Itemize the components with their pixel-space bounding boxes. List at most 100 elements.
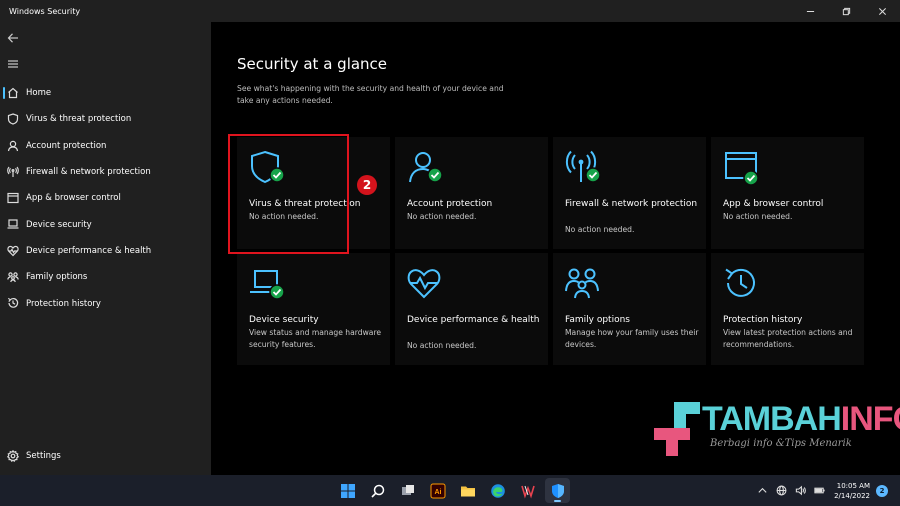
battery-icon: [813, 487, 825, 494]
file-explorer-app[interactable]: [455, 478, 480, 503]
tile-app-browser[interactable]: App & browser control No action needed.: [711, 137, 864, 249]
tile-status: Manage how your family uses their device…: [565, 328, 699, 349]
back-arrow-icon: [7, 33, 18, 43]
sidebar-item-home[interactable]: Home: [0, 80, 211, 106]
edge-icon: [490, 483, 505, 498]
watermark-tagline: Berbagi info &Tips Menarik: [710, 438, 852, 449]
watermark-name-part2: INFO: [840, 400, 900, 438]
search-button[interactable]: [365, 478, 390, 503]
sidebar-item-label: Family options: [26, 272, 88, 283]
tile-title: Family options: [565, 315, 630, 325]
close-button[interactable]: [864, 0, 900, 22]
person-icon: [7, 140, 19, 152]
chevron-up-icon: [758, 487, 767, 493]
language-button[interactable]: [773, 483, 789, 499]
sidebar-item-account[interactable]: Account protection: [0, 133, 211, 159]
sidebar-item-label: Account protection: [26, 140, 107, 151]
sidebar-item-label: Protection history: [26, 298, 101, 309]
tile-device-security[interactable]: Device security View status and manage h…: [237, 253, 390, 365]
heart-icon: [7, 245, 19, 257]
back-button[interactable]: [7, 29, 23, 43]
shield-icon: [551, 483, 564, 498]
taskbar-apps: Ai: [335, 478, 570, 503]
sidebar-item-firewall[interactable]: Firewall & network protection: [0, 159, 211, 185]
windows-security-app[interactable]: [545, 478, 570, 503]
tile-history[interactable]: Protection history View latest protectio…: [711, 253, 864, 365]
hamburger-icon: [8, 60, 18, 68]
watermark: TAMBAHINFO Berbagi info &Tips Menarik: [652, 400, 900, 460]
search-icon: [370, 484, 384, 498]
illustrator-app[interactable]: Ai: [425, 478, 450, 503]
speaker-icon: [795, 485, 806, 496]
tile-status: No action needed.: [407, 212, 477, 221]
laptop-check-icon: [249, 266, 287, 302]
tile-title: Account protection: [407, 199, 493, 209]
watermark-name-part1: TAMBAH: [702, 400, 842, 438]
sidebar-item-label: Virus & threat protection: [26, 114, 132, 125]
maximize-button[interactable]: [828, 0, 864, 22]
start-button[interactable]: [335, 478, 360, 503]
gear-icon: [6, 449, 20, 462]
globe-icon: [776, 485, 787, 496]
tile-account[interactable]: Account protection No action needed.: [395, 137, 548, 249]
taskbar: Ai 10:05 AM 2/14/2022 2: [0, 475, 900, 506]
step-badge: 2: [357, 175, 377, 195]
family-icon: [565, 266, 603, 302]
window-controls: [792, 0, 900, 22]
sidebar-item-label: App & browser control: [26, 193, 121, 204]
minimize-icon: [806, 10, 814, 12]
sidebar: Home Virus & threat protection Account p…: [0, 22, 211, 475]
family-icon: [7, 271, 19, 283]
page-subtitle: See what's happening with the security a…: [237, 84, 504, 105]
system-tray: 10:05 AM 2/14/2022 2: [754, 475, 900, 506]
edge-browser-app[interactable]: [485, 478, 510, 503]
shield-icon: [7, 113, 19, 125]
browser-check-icon: [723, 150, 761, 186]
sidebar-item-virus-threat[interactable]: Virus & threat protection: [0, 106, 211, 132]
tile-device-performance[interactable]: Device performance & health No action ne…: [395, 253, 548, 365]
clock[interactable]: 10:05 AM 2/14/2022: [834, 481, 870, 501]
sidebar-item-family[interactable]: Family options: [0, 264, 211, 290]
tile-status: View status and manage hardware security…: [249, 328, 382, 349]
sidebar-item-app-browser[interactable]: App & browser control: [0, 185, 211, 211]
history-icon: [7, 297, 19, 309]
close-icon: [878, 7, 886, 15]
menu-button[interactable]: [7, 55, 23, 69]
clock-time: 10:05 AM: [836, 481, 870, 490]
sidebar-item-settings[interactable]: Settings: [0, 444, 211, 468]
sidebar-item-device-performance[interactable]: Device performance & health: [0, 238, 211, 264]
history-icon: [723, 266, 761, 302]
person-check-icon: [407, 150, 445, 186]
nav-list: Home Virus & threat protection Account p…: [0, 80, 211, 317]
sidebar-item-label: Device performance & health: [26, 245, 152, 256]
heart-pulse-icon: [407, 266, 445, 302]
notification-badge[interactable]: 2: [876, 484, 888, 497]
sidebar-item-label: Device security: [26, 219, 92, 230]
tile-title: Firewall & network protection: [565, 199, 698, 209]
windows-logo-icon: [340, 483, 355, 498]
home-icon: [7, 87, 19, 99]
watermark-logo-icon: [654, 402, 700, 456]
minimize-button[interactable]: [792, 0, 828, 22]
pinned-app[interactable]: [515, 478, 540, 503]
title-bar: Windows Security: [0, 0, 900, 22]
volume-button[interactable]: [792, 483, 808, 499]
page-title: Security at a glance: [237, 55, 388, 73]
tile-family[interactable]: Family options Manage how your family us…: [553, 253, 706, 365]
browser-window-icon: [7, 192, 19, 204]
laptop-icon: [7, 218, 19, 230]
tile-title: Protection history: [723, 315, 803, 325]
tile-title: Device performance & health: [407, 315, 540, 325]
sidebar-item-label: Home: [26, 88, 52, 99]
tile-firewall[interactable]: Firewall & network protection No action …: [553, 137, 706, 249]
battery-button[interactable]: [811, 483, 827, 499]
sidebar-item-history[interactable]: Protection history: [0, 290, 211, 316]
sidebar-item-device-security[interactable]: Device security: [0, 211, 211, 237]
restore-icon: [842, 7, 850, 15]
wifi-signal-icon: [7, 166, 19, 178]
sidebar-item-label: Firewall & network protection: [26, 167, 151, 178]
task-view-button[interactable]: [395, 478, 420, 503]
settings-label: Settings: [26, 451, 61, 461]
show-hidden-icons-button[interactable]: [754, 483, 770, 499]
tile-status: No action needed.: [565, 225, 635, 234]
